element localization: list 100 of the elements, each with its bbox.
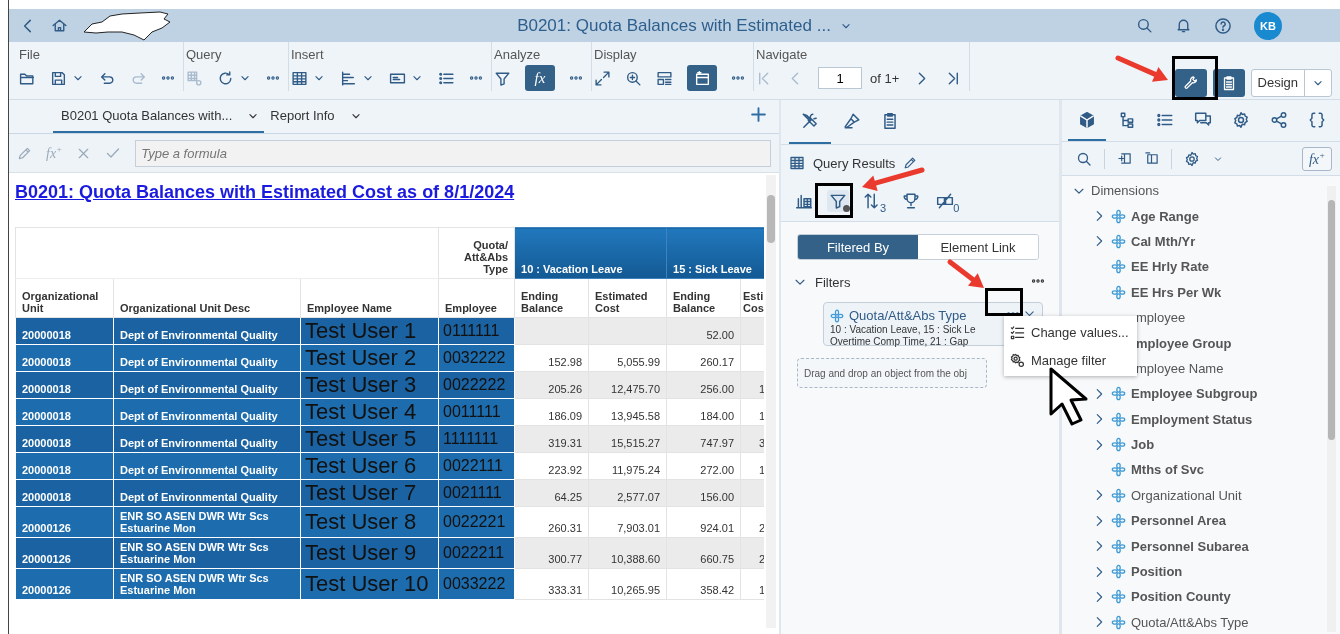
home-icon[interactable] <box>51 17 68 34</box>
tree-item[interactable]: Organizational Unit <box>1131 487 1242 503</box>
dimension-icon <box>1111 614 1126 630</box>
filter-values: 10 : Vacation Leave, 15 : Sick Le <box>830 324 976 336</box>
braces-icon <box>1308 110 1326 129</box>
table-cell: 11,975.24 <box>588 452 667 480</box>
tree-item[interactable]: EE Hrly Rate <box>1131 259 1210 275</box>
table-cell: Test User 5 <box>300 425 439 453</box>
formula-field[interactable]: Type a formula <box>135 139 771 167</box>
table-cell: 13,945.58 <box>588 398 667 426</box>
table-cell: Dept of Environmental Quality <box>113 479 301 507</box>
share-icon <box>1270 110 1288 129</box>
table-cell: 0022111 <box>438 452 515 480</box>
refresh-icon <box>217 69 234 87</box>
tree-item[interactable]: Position County <box>1131 589 1231 605</box>
search-icon[interactable] <box>1136 17 1153 34</box>
filter-view-button[interactable] <box>827 190 849 212</box>
tree-item[interactable]: Employee Subgroup <box>1131 386 1258 402</box>
active-dot <box>843 205 850 212</box>
dimension-icon <box>1111 538 1126 554</box>
user-avatar[interactable]: KB <box>1254 11 1282 40</box>
table-icon <box>789 155 805 171</box>
column-group-header: 15 : Sick Leave <box>666 227 764 279</box>
tree-item[interactable]: Personnel Subarea <box>1131 538 1249 554</box>
table-cell: Dept of Environmental Quality <box>113 425 301 453</box>
tree-item[interactable]: Employment Status <box>1131 411 1253 427</box>
table-cell: 260.17 <box>666 344 741 372</box>
clipboard-button[interactable] <box>1212 68 1245 97</box>
page-number-field[interactable]: 1 <box>818 67 862 89</box>
table-cell: Dept of Environmental Quality <box>113 398 301 426</box>
settings-icon[interactable] <box>1184 150 1200 167</box>
layout-icon <box>656 69 673 87</box>
panel-button[interactable] <box>687 65 717 91</box>
gears-icon <box>1010 352 1025 368</box>
column-header: Employee Name <box>300 278 439 318</box>
notification-icon[interactable] <box>1175 17 1192 34</box>
segment-button[interactable]: Element Link <box>918 235 1038 259</box>
highlight-frame <box>985 288 1023 316</box>
group-label: Insert <box>291 47 325 64</box>
help-icon[interactable] <box>1214 16 1232 35</box>
dimension-icon <box>1111 386 1126 402</box>
chart-table-icon <box>795 192 813 210</box>
tree-item[interactable]: Personnel Area <box>1131 513 1226 529</box>
tree-item[interactable]: Cal Mth/Yr <box>1131 233 1196 249</box>
drop-zone[interactable]: Drag and drop an object from the obj <box>797 358 987 388</box>
add-dimension-icon[interactable] <box>1117 151 1132 166</box>
tree-item[interactable]: Dimensions <box>1091 183 1159 199</box>
tree-item[interactable]: Position <box>1131 564 1183 580</box>
remove-dimension-icon[interactable] <box>1144 151 1159 166</box>
group-label: File <box>19 47 41 64</box>
dimension-icon <box>1111 487 1126 503</box>
window-title: B0201: Quota Balances with Estimated ... <box>517 15 831 36</box>
tree-item[interactable]: Quota/Att&Abs Type <box>1131 614 1249 630</box>
vertical-scrollbar[interactable] <box>1327 186 1336 632</box>
chat-icon <box>1194 110 1212 129</box>
formula-button[interactable]: fx <box>525 65 555 91</box>
menu-item[interactable]: Manage filter <box>1004 346 1137 374</box>
wrench-button[interactable] <box>1174 68 1207 97</box>
table-cell: 0022221 <box>438 506 515 538</box>
sort-view-button[interactable]: 3 <box>861 190 889 212</box>
column-header: Quota/ Att&Abs Type <box>438 227 515 279</box>
tree-item[interactable]: EE Hrs Per Wk <box>1131 284 1222 300</box>
dimension-icon <box>1111 411 1126 427</box>
vertical-scrollbar[interactable] <box>766 175 776 628</box>
table-cell: Test User 9 <box>300 537 439 569</box>
tree-item[interactable]: Mths of Svc <box>1131 462 1204 478</box>
table-cell: 260.31 <box>514 506 589 538</box>
dimension-icon <box>1111 259 1126 275</box>
highlight-frame <box>1172 56 1218 100</box>
sort-icon <box>863 192 881 210</box>
table-cell: 20000126 <box>15 537 114 569</box>
edit-icon[interactable] <box>903 156 918 170</box>
dimension-icon <box>1111 437 1126 453</box>
table-cell: 20000126 <box>15 506 114 538</box>
search-icon[interactable] <box>1076 150 1092 167</box>
filter-icon <box>829 192 847 210</box>
table-cell: 20000018 <box>15 479 114 507</box>
tree-item[interactable]: Age Range <box>1131 208 1199 224</box>
report-tab[interactable]: Report Info <box>270 100 367 133</box>
wrench-icon <box>1182 74 1199 91</box>
formula-button[interactable]: fx$^{+}$ <box>1302 146 1332 171</box>
hierarchy-icon <box>1118 110 1136 129</box>
table-cell: 300.77 <box>514 537 589 569</box>
report-title[interactable]: B0201: Quota Balances with Estimated Cost as of 8/1/2024 <box>15 182 764 203</box>
table-cell: Test User 7 <box>300 479 439 507</box>
checklist-icon <box>1010 324 1025 340</box>
add-icon[interactable] <box>750 106 767 123</box>
conditional-view-button[interactable]: 0 <box>934 190 962 212</box>
segment-button[interactable]: Filtered By <box>798 235 918 259</box>
conditional-format-icon <box>936 192 955 210</box>
table-cell: 0022211 <box>438 537 515 569</box>
table-cell: 20000018 <box>15 425 114 453</box>
annotation-arrow <box>1115 55 1168 82</box>
table-cell: 152.98 <box>514 344 589 372</box>
table-cell: Test User 1 <box>300 317 439 345</box>
table-cell: Test User 8 <box>300 506 439 538</box>
tree-item[interactable]: Job <box>1131 437 1155 453</box>
table-cell: 660.75 <box>666 537 741 569</box>
table-cell: 20000126 <box>15 568 114 600</box>
section-title: Filters <box>815 274 851 290</box>
